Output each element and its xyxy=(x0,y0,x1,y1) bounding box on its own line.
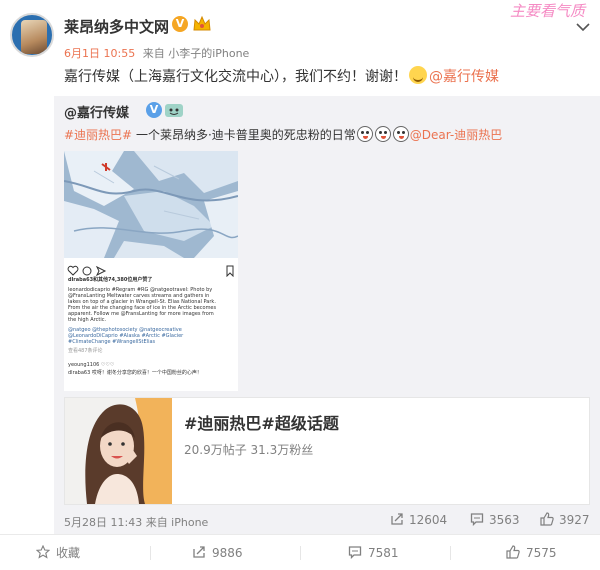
original-comment-button[interactable]: 3563 xyxy=(470,512,520,528)
original-author[interactable]: @嘉行传媒 xyxy=(64,102,129,121)
ig-comment: yeoung1106 ♡♡♡ xyxy=(68,362,115,368)
comment-icon xyxy=(348,546,362,560)
comment-button[interactable]: 7581 xyxy=(348,535,399,570)
post-text: 嘉行传媒（上海嘉行文化交流中心），我们不约！谢谢！ @嘉行传媒 xyxy=(64,66,499,87)
post-body: 嘉行传媒（上海嘉行文化交流中心），我们不约！谢谢！ xyxy=(64,69,407,85)
original-repost-button[interactable]: 12604 xyxy=(390,512,447,528)
comment-count: 7581 xyxy=(368,546,399,560)
mention-link[interactable]: @嘉行传媒 xyxy=(429,69,499,85)
original-like-count: 3927 xyxy=(559,513,590,527)
divider xyxy=(150,546,151,560)
like-count: 7575 xyxy=(526,546,557,560)
star-icon xyxy=(35,544,51,559)
author-name[interactable]: 莱昂纳多中文网 xyxy=(64,16,169,37)
divider xyxy=(450,546,451,560)
ig-view-comments: 查看487条评论 xyxy=(68,348,103,354)
original-body: 一个莱昂纳多·迪卡普里奥的死忠粉的日常 xyxy=(132,128,356,142)
repost-box: @嘉行传媒 V #迪丽热巴# 一个莱昂纳多·迪卡普里奥的死忠粉的日常 @Dear-… xyxy=(54,96,600,534)
thumbs-up-icon xyxy=(540,512,554,526)
repost-icon xyxy=(391,513,403,525)
repost-icon xyxy=(193,546,205,558)
crown-icon xyxy=(192,15,212,32)
smirk-emoji-icon xyxy=(409,66,427,84)
ig-likes: dlraba63和其他74,380位用户赞了 xyxy=(68,277,153,283)
watermark: 主要看气质 xyxy=(510,2,586,20)
original-repost-count: 12604 xyxy=(409,513,448,527)
topic-stats: 20.9万帖子 31.3万粉丝 xyxy=(184,443,314,457)
action-bar: 收藏 9886 7581 7575 xyxy=(0,534,600,570)
mention-link[interactable]: @Dear-迪丽热巴 xyxy=(410,128,502,142)
sticker-face-icon xyxy=(392,126,409,142)
chevron-down-icon[interactable] xyxy=(576,17,590,32)
original-like-button[interactable]: 3927 xyxy=(540,512,590,528)
ig-caption-line: the high Arctic. xyxy=(68,317,107,323)
thumbs-up-icon xyxy=(506,545,520,559)
instagram-actions xyxy=(67,262,235,278)
original-comment-count: 3563 xyxy=(489,513,520,527)
fan-badge-icon xyxy=(164,101,184,119)
repost-count: 9886 xyxy=(212,546,243,560)
divider xyxy=(300,546,301,560)
favorite-label: 收藏 xyxy=(56,546,81,560)
instagram-screenshot[interactable]: dlraba63和其他74,380位用户赞了 leonardodicaprio … xyxy=(64,151,238,391)
ig-comment: dlraba63 哎呀！谢冬分享您的欣喜！一个中国粉丝的心声！ xyxy=(68,370,202,376)
repost-button[interactable]: 9886 xyxy=(192,535,243,570)
ig-tag-line: #ClimateChange #WrangellStElias xyxy=(68,339,156,345)
original-meta[interactable]: 5月28日 11:43 来自 iPhone xyxy=(64,514,208,530)
comment-icon xyxy=(470,513,484,527)
original-text: #迪丽热巴# 一个莱昂纳多·迪卡普里奥的死忠粉的日常 @Dear-迪丽热巴 xyxy=(64,126,502,144)
post-source: 来自 小李子的iPhone xyxy=(142,47,250,60)
topic-card[interactable]: #迪丽热巴#超级话题 20.9万帖子 31.3万粉丝 xyxy=(64,397,590,505)
topic-link[interactable]: #迪丽热巴# xyxy=(64,128,132,142)
topic-title[interactable]: #迪丽热巴#超级话题 xyxy=(184,410,339,434)
verified-v-icon: V xyxy=(146,102,162,118)
weibo-post: 莱昂纳多中文网 V 主要看气质 6月1日 10:55 来自 小李子的iPhone… xyxy=(0,0,600,570)
verified-v-icon: V xyxy=(172,16,188,32)
sticker-face-icon xyxy=(374,126,391,142)
topic-photo xyxy=(65,398,172,504)
post-time[interactable]: 6月1日 10:55 xyxy=(64,47,135,60)
sticker-face-icon xyxy=(356,126,373,142)
avatar[interactable] xyxy=(10,13,54,57)
post-meta: 6月1日 10:55 来自 小李子的iPhone xyxy=(64,45,249,61)
like-button[interactable]: 7575 xyxy=(506,535,557,570)
favorite-button[interactable]: 收藏 xyxy=(35,535,81,570)
glacier-photo xyxy=(64,151,238,258)
